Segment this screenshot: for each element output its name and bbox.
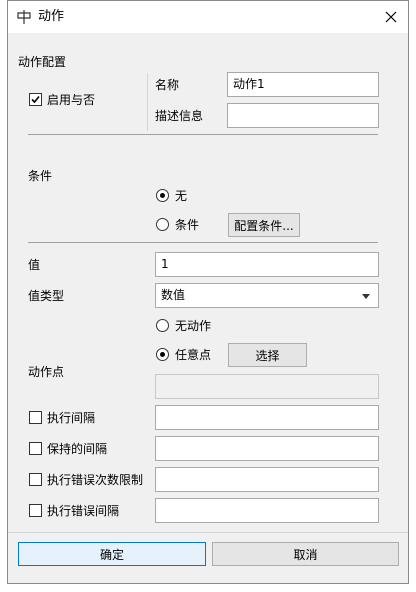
value-input[interactable]: 1 bbox=[155, 252, 379, 277]
value-label: 值 bbox=[28, 258, 41, 272]
error-interval-input[interactable] bbox=[155, 498, 379, 523]
check-icon bbox=[31, 95, 40, 104]
close-icon bbox=[385, 11, 397, 23]
select-point-button[interactable]: 选择 bbox=[228, 343, 307, 367]
error-interval-checkbox[interactable] bbox=[29, 504, 42, 517]
exec-interval-checkbox[interactable] bbox=[29, 411, 42, 424]
exec-interval-input[interactable] bbox=[155, 405, 379, 430]
window-title: 动作 bbox=[38, 9, 65, 24]
action-any-radio[interactable] bbox=[156, 348, 169, 361]
enable-checkbox[interactable] bbox=[29, 93, 42, 106]
name-input[interactable]: 动作1 bbox=[227, 72, 379, 97]
hold-interval-label: 保持的间隔 bbox=[47, 442, 108, 456]
cancel-button[interactable]: 取消 bbox=[212, 542, 399, 566]
action-dialog: 动作 动作配置 启用与否 名称 动作1 描述信息 条件 无 条件 配置条件...… bbox=[7, 0, 409, 584]
dialog-body: 动作配置 启用与否 名称 动作1 描述信息 条件 无 条件 配置条件... 值 … bbox=[8, 33, 408, 583]
name-label: 名称 bbox=[155, 78, 180, 92]
hold-interval-checkbox[interactable] bbox=[29, 442, 42, 455]
condition-none-radio[interactable] bbox=[156, 189, 169, 202]
separator bbox=[28, 242, 378, 243]
exec-interval-label: 执行间隔 bbox=[47, 411, 96, 425]
value-type-selected: 数值 bbox=[161, 288, 186, 302]
section-title: 动作配置 bbox=[18, 55, 67, 69]
action-point-label: 动作点 bbox=[28, 365, 65, 379]
condition-custom-radio[interactable] bbox=[156, 218, 169, 231]
error-interval-label: 执行错误间隔 bbox=[47, 504, 120, 518]
action-point-input bbox=[155, 374, 379, 399]
chevron-down-icon bbox=[362, 294, 370, 299]
action-none-label: 无动作 bbox=[175, 319, 212, 333]
action-any-label: 任意点 bbox=[175, 348, 212, 362]
error-limit-label: 执行错误次数限制 bbox=[47, 473, 144, 487]
condition-none-label: 无 bbox=[175, 189, 188, 203]
separator bbox=[28, 134, 378, 135]
value-type-select[interactable]: 数值 bbox=[155, 283, 379, 308]
value-type-label: 值类型 bbox=[28, 289, 65, 303]
enable-label: 启用与否 bbox=[47, 93, 96, 107]
configure-condition-button[interactable]: 配置条件... bbox=[228, 213, 300, 237]
hold-interval-input[interactable] bbox=[155, 436, 379, 461]
app-icon bbox=[16, 9, 32, 25]
description-input[interactable] bbox=[227, 103, 379, 128]
close-button[interactable] bbox=[380, 6, 402, 28]
description-label: 描述信息 bbox=[155, 109, 204, 123]
action-none-radio[interactable] bbox=[156, 319, 169, 332]
ok-button[interactable]: 确定 bbox=[18, 542, 206, 566]
vertical-divider bbox=[147, 73, 148, 131]
footer-separator bbox=[8, 532, 408, 533]
condition-label: 条件 bbox=[28, 169, 53, 183]
title-bar: 动作 bbox=[8, 1, 408, 33]
condition-custom-label: 条件 bbox=[175, 218, 200, 232]
error-limit-checkbox[interactable] bbox=[29, 473, 42, 486]
error-limit-input[interactable] bbox=[155, 467, 379, 492]
